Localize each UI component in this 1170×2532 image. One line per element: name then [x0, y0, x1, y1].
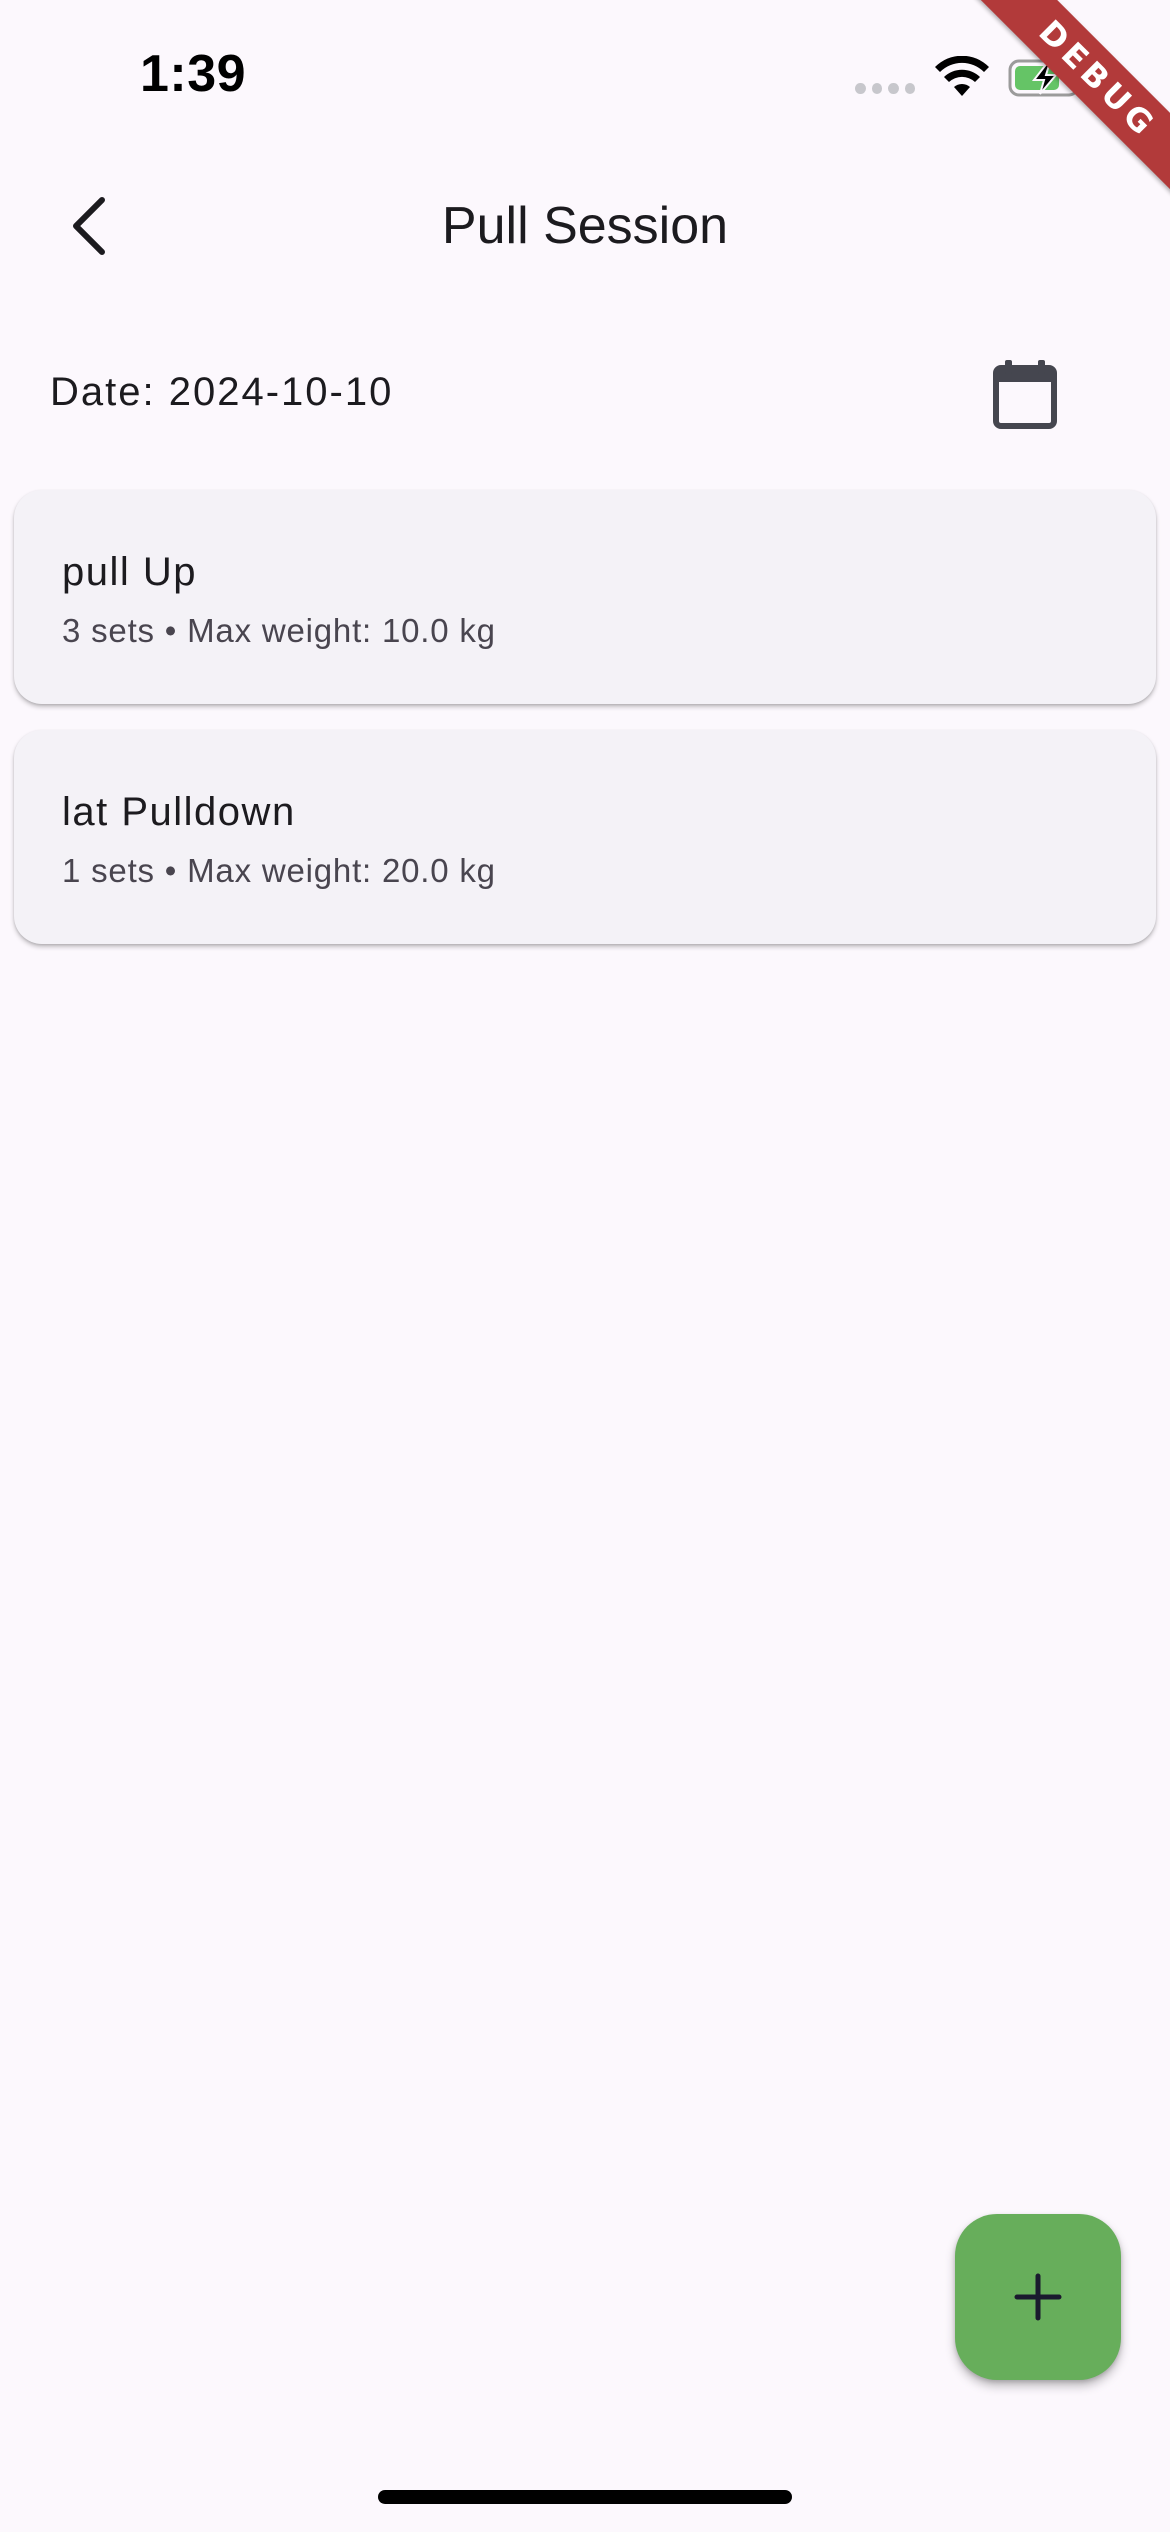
wifi-icon: [935, 56, 989, 96]
home-indicator[interactable]: [378, 2490, 792, 2504]
exercise-summary: 1 sets • Max weight: 20.0 kg: [62, 852, 496, 889]
page-title: Pull Session: [441, 197, 729, 255]
exercise-card[interactable]: lat Pulldown 1 sets • Max weight: 20.0 k…: [14, 730, 1156, 944]
calendar-icon: [993, 360, 1057, 429]
status-time: 1:39: [140, 45, 247, 103]
screen: 1:39 DEBUG Pull Session Date: 2024-10-10: [0, 0, 1170, 2532]
exercise-summary: 3 sets • Max weight: 10.0 kg: [62, 612, 496, 649]
status-bar: 1:39: [0, 0, 1170, 150]
calendar-button[interactable]: [985, 355, 1065, 435]
date-row: Date: 2024-10-10: [0, 340, 1170, 450]
exercise-name: lat Pulldown: [62, 790, 296, 834]
plus-icon: [1014, 2273, 1062, 2321]
exercise-name: pull Up: [62, 550, 198, 594]
session-date: Date: 2024-10-10: [50, 370, 394, 414]
exercise-card[interactable]: pull Up 3 sets • Max weight: 10.0 kg: [14, 490, 1156, 704]
cellular-signal-icon: [855, 83, 915, 95]
add-exercise-button[interactable]: [955, 2214, 1121, 2380]
app-bar: Pull Session: [0, 150, 1170, 300]
